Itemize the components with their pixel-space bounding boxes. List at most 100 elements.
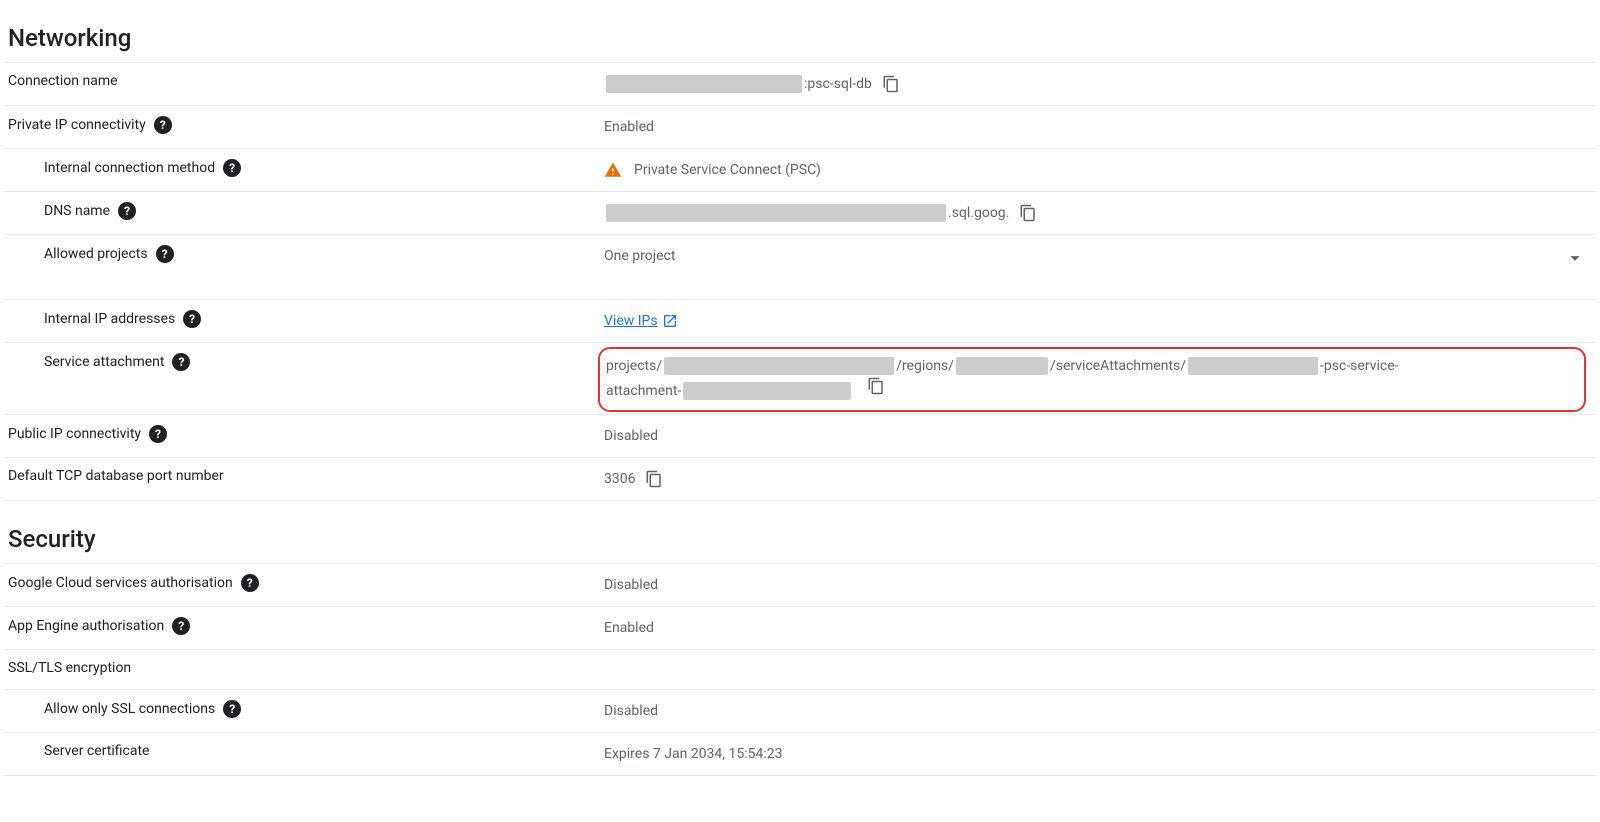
- link-text: View IPs: [604, 310, 658, 332]
- redacted-sa-id: [1188, 357, 1318, 375]
- help-icon[interactable]: ?: [172, 353, 190, 371]
- value-text: One project: [604, 245, 675, 267]
- sa-mid1: /regions/: [896, 358, 954, 374]
- label-public-ip: Public IP connectivity ?: [8, 425, 604, 443]
- external-link-icon: [662, 313, 678, 329]
- value-text: Disabled: [604, 574, 658, 596]
- chevron-down-icon[interactable]: [1564, 247, 1586, 276]
- value-text: Disabled: [604, 700, 658, 722]
- value-public-ip: Disabled: [604, 425, 1592, 447]
- redacted-sa-uuid: [683, 382, 851, 400]
- warning-icon: [604, 161, 622, 179]
- label-text: Google Cloud services authorisation: [8, 575, 233, 591]
- label-allowed-projects: Allowed projects ?: [8, 245, 604, 263]
- value-internal-method: Private Service Connect (PSC): [604, 159, 1592, 181]
- label-internal-method: Internal connection method ?: [8, 159, 604, 177]
- value-allowed-projects: One project: [604, 245, 1592, 267]
- label-app-engine: App Engine authorisation ?: [8, 617, 604, 635]
- value-text: Disabled: [604, 425, 658, 447]
- redacted-sa-region: [956, 357, 1048, 375]
- row-private-ip: Private IP connectivity ? Enabled: [4, 105, 1596, 148]
- label-text: Internal connection method: [44, 160, 215, 176]
- connection-name-suffix: :psc-sql-db: [804, 73, 872, 95]
- highlight-box: projects/ /regions/ /serviceAttachments/ -p…: [598, 347, 1586, 412]
- row-service-attachment: Service attachment ? projects/ /regions/ /…: [4, 342, 1596, 414]
- row-connection-name: Connection name :psc-sql-db: [4, 62, 1596, 105]
- value-default-port: 3306: [604, 468, 1592, 490]
- label-private-ip: Private IP connectivity ?: [8, 116, 604, 134]
- sa-prefix: projects/: [606, 358, 662, 374]
- value-server-cert: Expires 7 Jan 2034, 15:54:23: [604, 743, 1592, 765]
- networking-heading: Networking: [4, 24, 1596, 52]
- label-text: Connection name: [8, 73, 118, 89]
- row-internal-method: Internal connection method ? Private Ser…: [4, 148, 1596, 191]
- label-service-attachment: Service attachment ?: [8, 353, 604, 371]
- sa-suffix1: -psc-service-: [1320, 358, 1398, 374]
- value-dns-name: .sql.goog.: [604, 202, 1592, 224]
- networking-section: Connection name :psc-sql-db Private IP c…: [4, 62, 1596, 501]
- security-heading: Security: [4, 525, 1596, 553]
- redacted-project: [606, 75, 802, 93]
- row-dns-name: DNS name ? .sql.goog.: [4, 191, 1596, 234]
- help-icon[interactable]: ?: [223, 700, 241, 718]
- value-app-engine: Enabled: [604, 617, 1592, 639]
- row-default-port: Default TCP database port number 3306: [4, 457, 1596, 501]
- label-server-cert: Server certificate: [8, 743, 604, 759]
- row-allowed-projects: Allowed projects ? One project: [4, 234, 1596, 299]
- label-allow-ssl: Allow only SSL connections ?: [8, 700, 604, 718]
- help-icon[interactable]: ?: [154, 116, 172, 134]
- help-icon[interactable]: ?: [223, 159, 241, 177]
- value-service-attachment: projects/ /regions/ /serviceAttachments/ -p…: [604, 353, 1592, 404]
- help-icon[interactable]: ?: [149, 425, 167, 443]
- redacted-dns: [606, 204, 946, 222]
- label-text: SSL/TLS encryption: [8, 660, 131, 676]
- sa-mid2: /serviceAttachments/: [1050, 358, 1186, 374]
- view-ips-link[interactable]: View IPs: [604, 310, 678, 332]
- help-icon[interactable]: ?: [156, 245, 174, 263]
- label-text: Allowed projects: [44, 246, 148, 262]
- label-text: Service attachment: [44, 354, 164, 370]
- label-connection-name: Connection name: [8, 73, 604, 89]
- label-text: App Engine authorisation: [8, 618, 164, 634]
- help-icon[interactable]: ?: [172, 617, 190, 635]
- value-private-ip: Enabled: [604, 116, 1592, 138]
- security-section: Google Cloud services authorisation ? Di…: [4, 563, 1596, 776]
- value-gcs-auth: Disabled: [604, 574, 1592, 596]
- copy-icon[interactable]: [645, 470, 663, 488]
- label-text: Public IP connectivity: [8, 426, 141, 442]
- help-icon[interactable]: ?: [241, 574, 259, 592]
- dns-suffix: .sql.goog.: [948, 202, 1009, 224]
- label-ssl-tls: SSL/TLS encryption: [8, 660, 604, 676]
- redacted-sa-project: [664, 357, 894, 375]
- value-text: Private Service Connect (PSC): [634, 159, 821, 181]
- label-text: Private IP connectivity: [8, 117, 146, 133]
- help-icon[interactable]: ?: [118, 202, 136, 220]
- row-allow-ssl: Allow only SSL connections ? Disabled: [4, 689, 1596, 732]
- value-connection-name: :psc-sql-db: [604, 73, 1592, 95]
- value-text: 3306: [604, 468, 635, 490]
- value-allow-ssl: Disabled: [604, 700, 1592, 722]
- sa-line2-prefix: attachment-: [606, 383, 681, 399]
- value-text: Enabled: [604, 116, 654, 138]
- help-icon[interactable]: ?: [183, 310, 201, 328]
- label-gcs-auth: Google Cloud services authorisation ?: [8, 574, 604, 592]
- row-ssl-tls: SSL/TLS encryption: [4, 649, 1596, 689]
- label-text: Server certificate: [44, 743, 149, 759]
- row-server-cert: Server certificate Expires 7 Jan 2034, 1…: [4, 732, 1596, 776]
- row-app-engine: App Engine authorisation ? Enabled: [4, 606, 1596, 649]
- label-internal-ips: Internal IP addresses ?: [8, 310, 604, 328]
- row-internal-ips: Internal IP addresses ? View IPs: [4, 299, 1596, 342]
- value-text: Enabled: [604, 617, 654, 639]
- label-default-port: Default TCP database port number: [8, 468, 604, 484]
- value-text: Expires 7 Jan 2034, 15:54:23: [604, 743, 782, 765]
- copy-icon[interactable]: [867, 377, 885, 395]
- label-text: Internal IP addresses: [44, 311, 175, 327]
- label-text: Default TCP database port number: [8, 468, 224, 484]
- label-text: DNS name: [44, 203, 110, 219]
- value-internal-ips: View IPs: [604, 310, 1592, 332]
- copy-icon[interactable]: [882, 75, 900, 93]
- copy-icon[interactable]: [1019, 204, 1037, 222]
- label-text: Allow only SSL connections: [44, 701, 215, 717]
- row-gcs-auth: Google Cloud services authorisation ? Di…: [4, 563, 1596, 606]
- row-public-ip: Public IP connectivity ? Disabled: [4, 414, 1596, 457]
